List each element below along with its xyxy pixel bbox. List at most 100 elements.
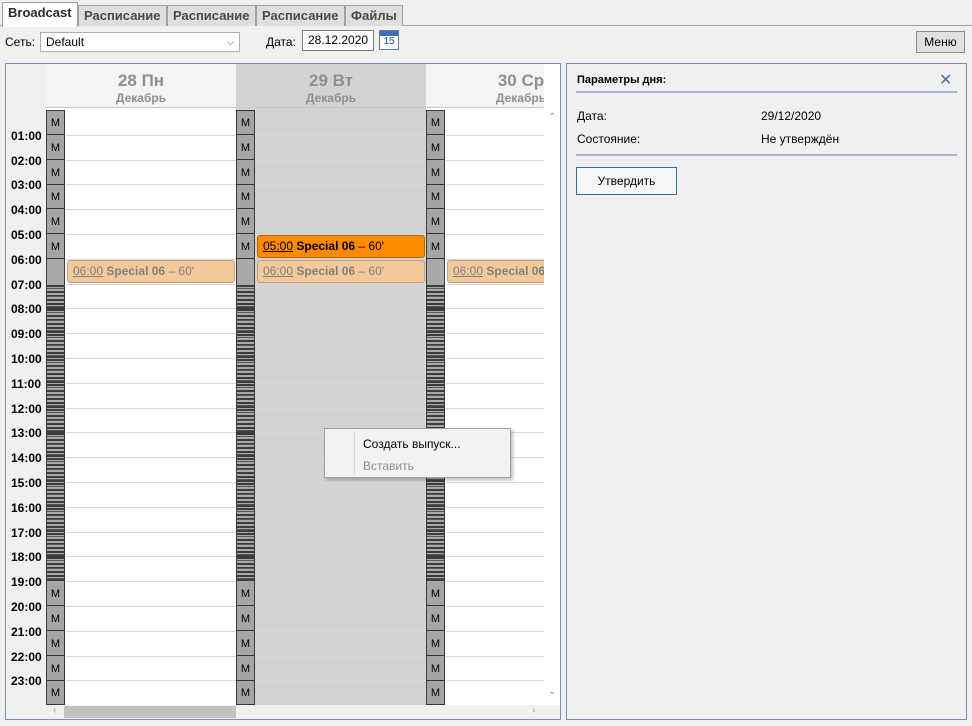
day-column-30[interactable]: 30 Ср Декабрь M M M M M M M M M M M 06:00 Special 0… — [426, 64, 544, 705]
day-grid[interactable] — [446, 110, 544, 705]
day-grid[interactable] — [256, 110, 426, 705]
marker-cell[interactable]: M — [47, 582, 64, 607]
segment-bar — [47, 290, 64, 293]
day-column-28[interactable]: 28 Пн Декабрь M M M M M M M M M M M 06:00 Special 0… — [46, 64, 236, 705]
date-input[interactable]: 28.12.2020 — [302, 30, 374, 51]
segment-bar — [47, 497, 64, 499]
hour-gridline — [446, 606, 544, 607]
day-column-29[interactable]: 29 Вт Декабрь M M M M M M M M M M M 05:00 Special 0… — [236, 64, 426, 705]
marker-cell[interactable]: M — [237, 631, 254, 656]
segment-bar — [47, 513, 64, 516]
segment-bar — [237, 405, 254, 408]
tab-schedule-2[interactable]: Расписание — [167, 5, 256, 26]
marker-cell[interactable]: M — [237, 607, 254, 631]
segment-bar — [47, 494, 64, 495]
marker-cell[interactable]: M — [237, 135, 254, 160]
marker-cell[interactable]: M — [47, 210, 64, 235]
event-time[interactable]: 06:00 — [263, 264, 293, 278]
marker-cell[interactable]: M — [47, 631, 64, 656]
close-icon[interactable]: ✕ — [939, 70, 952, 90]
marker-cell[interactable]: M — [237, 111, 254, 135]
hour-label: 21:00 — [11, 624, 42, 639]
event-block[interactable]: 06:00 Special 06 – 60' — [447, 259, 544, 283]
marker-cell[interactable]: M — [427, 607, 444, 631]
event-time[interactable]: 05:00 — [263, 239, 293, 253]
segment-bar — [47, 414, 64, 417]
marker-cell[interactable]: M — [47, 185, 64, 210]
menu-item-create-release[interactable]: Создать выпуск... — [363, 437, 461, 451]
marker-cell[interactable]: M — [427, 582, 444, 607]
scroll-down-icon[interactable]: ⌄ — [548, 686, 556, 697]
hour-gridline — [66, 134, 236, 136]
scroll-up-icon[interactable]: ⌃ — [548, 112, 556, 123]
event-time[interactable]: 06:00 — [73, 264, 103, 278]
event-block[interactable]: 06:00 Special 06 – 60' — [257, 259, 425, 283]
scrollbar-thumb[interactable] — [64, 706, 236, 718]
hour-gridline — [66, 209, 236, 211]
marker-cell[interactable]: M — [47, 111, 64, 135]
segment-bar — [427, 405, 444, 408]
hour-gridline — [446, 358, 544, 359]
segment-bar — [237, 554, 254, 557]
scroll-left-icon[interactable]: ‹ — [53, 705, 56, 716]
segment-bar — [237, 356, 254, 359]
marker-cell[interactable]: M — [427, 681, 444, 705]
marker-cell[interactable]: M — [237, 681, 254, 705]
menu-button[interactable]: Меню — [916, 31, 965, 53]
segment-bar — [237, 426, 254, 429]
marker-cell[interactable]: M — [237, 235, 254, 259]
hour-label: 09:00 — [11, 327, 42, 342]
segment-bar — [47, 394, 64, 396]
tab-schedule-3[interactable]: Расписание — [256, 5, 345, 26]
segment-bar — [427, 538, 444, 541]
state-param-label: Состояние: — [577, 132, 641, 146]
segment-bar — [47, 489, 64, 491]
marker-cell[interactable]: M — [237, 210, 254, 235]
marker-cell[interactable]: M — [47, 656, 64, 681]
marker-cell[interactable]: M — [237, 160, 254, 185]
event-time[interactable]: 06:00 — [453, 264, 483, 278]
segment-bar — [47, 362, 64, 363]
marker-cell[interactable]: M — [237, 185, 254, 210]
tab-broadcast[interactable]: Broadcast — [2, 2, 78, 27]
marker-cell[interactable]: M — [427, 185, 444, 210]
marker-cell[interactable]: M — [47, 235, 64, 259]
marker-cell[interactable]: M — [47, 160, 64, 185]
hour-gridline — [446, 506, 544, 508]
horizontal-scrollbar[interactable]: ‹ › — [6, 705, 560, 719]
segment-bar — [237, 550, 254, 553]
marker-cell[interactable]: M — [427, 210, 444, 235]
hour-gridline — [256, 209, 426, 211]
marker-cell[interactable]: M — [427, 631, 444, 656]
hour-gridline — [446, 382, 544, 384]
segment-bar — [427, 331, 444, 334]
marker-cell[interactable]: M — [427, 235, 444, 259]
scroll-right-icon[interactable]: › — [532, 705, 535, 716]
segment-bar — [47, 401, 64, 404]
marker-cell[interactable]: M — [427, 111, 444, 135]
marker-cell[interactable]: M — [237, 582, 254, 607]
marker-cell[interactable]: M — [427, 160, 444, 185]
day-grid[interactable] — [66, 110, 236, 705]
divider — [576, 91, 957, 93]
approve-button[interactable]: Утвердить — [576, 167, 677, 195]
marker-cell[interactable]: M — [427, 656, 444, 681]
marker-cell[interactable]: M — [47, 135, 64, 160]
segment-bar — [427, 575, 444, 578]
segment-bar — [427, 505, 444, 507]
segment-bar — [237, 451, 254, 454]
segment-bar — [47, 422, 64, 425]
calendar-icon[interactable]: 15 — [379, 30, 399, 50]
marker-cell[interactable]: M — [237, 656, 254, 681]
segment-bar — [47, 535, 64, 537]
tab-schedule-1[interactable]: Расписание — [78, 5, 167, 26]
event-active[interactable]: 05:00 Special 06 – 60' — [257, 235, 425, 258]
marker-cell[interactable]: M — [47, 681, 64, 705]
marker-cell[interactable]: M — [47, 607, 64, 631]
segment-bar — [237, 461, 254, 463]
event-block[interactable]: 06:00 Special 06 – 60' — [67, 259, 235, 283]
marker-cell[interactable]: M — [427, 135, 444, 160]
divider — [576, 154, 957, 156]
tab-files[interactable]: Файлы — [345, 5, 403, 26]
network-select[interactable]: Default ⌵ — [40, 32, 240, 52]
